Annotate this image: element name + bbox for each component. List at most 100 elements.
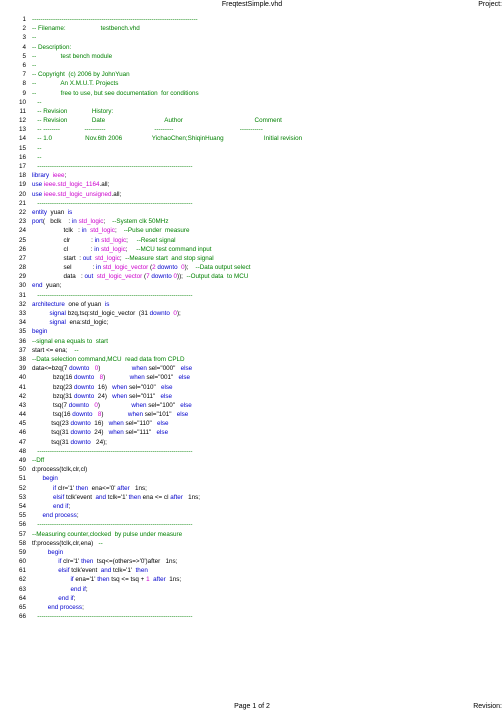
code-token: ----------------------------------------…	[32, 447, 193, 455]
line-number: 31	[18, 291, 26, 299]
code-token: clr='1'	[61, 558, 82, 566]
code-token: sel="011"	[127, 392, 161, 400]
line-number: 12	[18, 117, 26, 125]
code-token: -- Copyright (c) 2006 by JohnYuan	[32, 71, 130, 79]
code-token: ----------------------------------------…	[32, 521, 193, 529]
code-line: 26 cl : in std_logic; --MCU test command…	[0, 245, 504, 254]
code-token: -- 1.0 Nov.6th 2006 YichaoChen;ShiqinHua…	[32, 135, 303, 143]
code-token: --Measure start and stop signal	[125, 254, 214, 262]
code-token: .all;	[99, 181, 110, 189]
code-token: sel :	[32, 264, 97, 272]
line-text: -- Revision History:	[32, 107, 113, 116]
code-token: out	[84, 273, 97, 281]
line-number: 21	[18, 199, 26, 207]
line-text: ----------------------------------------…	[32, 520, 192, 529]
line-number: 53	[18, 493, 26, 501]
code-token: downto	[74, 383, 95, 391]
code-token: std_logic	[101, 236, 127, 244]
line-number: 64	[18, 594, 26, 602]
code-token: std_logic	[95, 254, 120, 262]
code-token: ----------------------------------------…	[32, 613, 193, 621]
code-token: then	[135, 567, 148, 575]
code-token: else	[156, 420, 169, 428]
line-text: if clr='1' then tsq<=(others=>'0')after …	[32, 557, 177, 566]
code-token: -- free to use, but see documentation fo…	[32, 89, 199, 97]
code-token: begin	[32, 475, 58, 483]
code-token: sel="100"	[146, 401, 181, 409]
code-token: );	[184, 264, 196, 272]
code-token: tclk :	[32, 227, 82, 235]
line-number: 60	[18, 558, 26, 566]
code-token: sel="101"	[142, 411, 177, 419]
code-token: ;	[125, 245, 137, 253]
line-number: 13	[18, 126, 26, 134]
line-text: ----------------------------------------…	[32, 162, 192, 171]
line-text: port( bclk : in std_logic; --System clk …	[32, 217, 169, 226]
code-token: 1ns;	[165, 576, 182, 584]
code-token: --	[74, 346, 79, 354]
code-token: sel="111"	[123, 429, 157, 437]
code-line: 15 --	[0, 144, 504, 153]
code-token: port	[32, 218, 43, 226]
code-line: 56 -------------------------------------…	[0, 520, 504, 529]
code-line: 51 begin	[0, 474, 504, 483]
line-text: tclk : in std_logic; --Pulse under measu…	[32, 226, 189, 235]
code-token: yuan;	[42, 282, 62, 290]
code-line: 35 begin	[0, 327, 504, 336]
code-line: 60 if clr='1' then tsq<=(others=>'0')aft…	[0, 557, 504, 566]
code-line: 48 -------------------------------------…	[0, 447, 504, 456]
line-number: 66	[18, 613, 26, 621]
line-text: d:process(tclk,clr,cl)	[32, 465, 87, 474]
code-line: 64 end if;	[0, 594, 504, 603]
line-number: 58	[18, 539, 26, 547]
code-token: use	[32, 181, 44, 189]
code-token: when	[131, 365, 147, 373]
code-token: 24)	[90, 429, 109, 437]
code-token: --	[98, 539, 103, 547]
code-token: end	[32, 282, 43, 290]
line-text: ----------------------------------------…	[32, 612, 192, 621]
code-token: .all;	[111, 190, 122, 198]
code-token: 1ns;	[129, 484, 147, 492]
code-line: 1 ---------------------------------------…	[0, 15, 504, 24]
code-token: tsq(31	[32, 438, 71, 446]
code-token: )	[101, 411, 128, 419]
line-text: elsif tclk'event and tclk='1' then ena <…	[32, 493, 200, 502]
code-line: 45 tsq(23 downto 16) when sel="110" else	[0, 419, 504, 428]
code-token: tclk='1'	[106, 493, 129, 501]
code-token: --Data output select	[195, 264, 251, 272]
code-token: bzq(31	[32, 392, 74, 400]
line-number: 44	[18, 411, 26, 419]
line-number: 57	[18, 530, 26, 538]
line-number: 28	[18, 264, 26, 272]
line-text: bzq(23 downto 16) when sel="010" else	[32, 383, 173, 392]
line-number: 37	[18, 346, 26, 354]
code-token: std_logic	[78, 218, 104, 226]
code-token: ena:std_logic;	[65, 319, 109, 327]
code-line: 16 --	[0, 153, 504, 162]
code-token: downto	[68, 401, 90, 409]
code-token: --	[32, 153, 42, 161]
line-text: elsif tclk'event and tclk='1' then	[32, 566, 148, 575]
code-token: )	[98, 365, 132, 373]
code-line: 54 end if;	[0, 502, 504, 511]
code-token: start <= ena;	[32, 346, 75, 354]
code-token: 16)	[94, 383, 113, 391]
code-token: ----------------------------------------…	[32, 16, 198, 23]
code-line: 44 tsq(16 downto 8) when sel="101" else	[0, 410, 504, 419]
code-token: elsif	[58, 567, 70, 575]
code-line: 46 tsq(31 downto 24) when sel="111" else	[0, 428, 504, 437]
code-token: ( bclk :	[42, 218, 72, 226]
code-token: in	[81, 227, 91, 235]
line-number: 65	[18, 604, 26, 611]
line-text: architecture one of yuan is	[32, 300, 109, 309]
code-token: end process	[47, 604, 83, 611]
page-header: FreqtestSimple.vhd Project:	[0, 1, 504, 11]
line-number: 59	[18, 548, 26, 556]
code-line: 39 data<=bzq(7 downto 0) when sel="000" e…	[0, 364, 504, 373]
